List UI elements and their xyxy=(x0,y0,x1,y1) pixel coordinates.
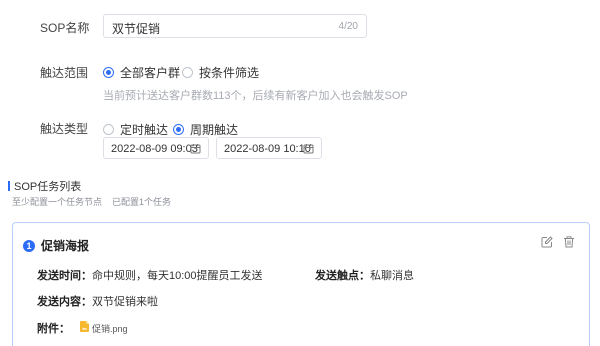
start-date-value: 2022-08-09 09:03 xyxy=(111,143,198,155)
send-time-label: 发送时间： xyxy=(37,270,92,282)
attachment-file[interactable]: 促销.png xyxy=(80,321,128,335)
type-radio-timed[interactable]: 定时触达 xyxy=(103,121,168,138)
send-time-row: 发送时间： 命中规则，每天10:00提醒员工发送 xyxy=(37,267,263,283)
end-date-picker[interactable]: 2022-08-09 10:10 xyxy=(216,137,322,159)
section-marker xyxy=(8,181,10,191)
task-min-note: 至少配置一个任务节点 xyxy=(12,197,103,207)
type-radio-timed-label: 定时触达 xyxy=(120,123,169,137)
scope-radio-filter-label: 按条件筛选 xyxy=(199,66,260,80)
task-index-badge: 1 xyxy=(23,239,35,252)
edit-icon[interactable] xyxy=(541,236,553,251)
scope-radio-filter[interactable]: 按条件筛选 xyxy=(182,64,259,81)
radio-unchecked-icon xyxy=(103,124,114,135)
image-file-icon xyxy=(80,321,89,335)
send-channel-row: 发送触点： 私聊消息 xyxy=(315,267,414,283)
end-date-value: 2022-08-09 10:10 xyxy=(224,143,311,155)
scope-radio-all-label: 全部客户群 xyxy=(120,66,181,80)
send-channel-value: 私聊消息 xyxy=(370,270,414,282)
radio-unchecked-icon xyxy=(182,67,193,78)
type-radio-periodic-label: 周期触达 xyxy=(190,123,239,137)
scope-hint: 当前预计送达客户群数113个，后续有新客户加入也会触发SOP xyxy=(103,90,408,102)
calendar-icon xyxy=(303,143,314,157)
attachment-row: 附件： 促销.png xyxy=(37,320,128,336)
radio-checked-icon xyxy=(173,124,184,135)
type-label: 触达类型 xyxy=(40,122,89,136)
task-card[interactable]: 1 促销海报 发送时间： 命中规则，每天10:00提醒员工发送 发送触点： 私聊… xyxy=(12,222,590,346)
send-content-row: 发送内容： 双节促销来啦 xyxy=(37,293,158,309)
sop-name-value: 双节促销 xyxy=(112,22,161,36)
attachment-file-name: 促销.png xyxy=(92,323,128,334)
sop-name-input[interactable]: 双节促销 4/20 xyxy=(103,14,367,38)
task-card-tools xyxy=(541,236,575,251)
task-list-title-text: SOP任务列表 xyxy=(14,181,82,193)
start-date-picker[interactable]: 2022-08-09 09:03 xyxy=(103,137,209,159)
scope-label: 触达范围 xyxy=(40,66,89,80)
send-content-label: 发送内容： xyxy=(37,296,92,308)
sop-name-char-count: 4/20 xyxy=(338,21,358,32)
sop-name-label: SOP名称 xyxy=(40,21,90,35)
send-channel-label: 发送触点： xyxy=(315,270,370,282)
calendar-icon xyxy=(190,143,201,157)
task-card-header: 1 促销海报 xyxy=(23,237,89,254)
task-card-title: 促销海报 xyxy=(41,239,90,253)
scope-radio-all[interactable]: 全部客户群 xyxy=(103,64,180,81)
trash-icon[interactable] xyxy=(563,236,575,251)
task-list-title: SOP任务列表 xyxy=(8,178,81,194)
send-content-value: 双节促销来啦 xyxy=(92,296,158,308)
task-count-note: 已配置1个任务 xyxy=(112,197,172,207)
attachment-label: 附件： xyxy=(37,323,70,335)
send-time-value: 命中规则，每天10:00提醒员工发送 xyxy=(92,270,263,282)
radio-checked-icon xyxy=(103,67,114,78)
type-radio-periodic[interactable]: 周期触达 xyxy=(173,121,238,138)
